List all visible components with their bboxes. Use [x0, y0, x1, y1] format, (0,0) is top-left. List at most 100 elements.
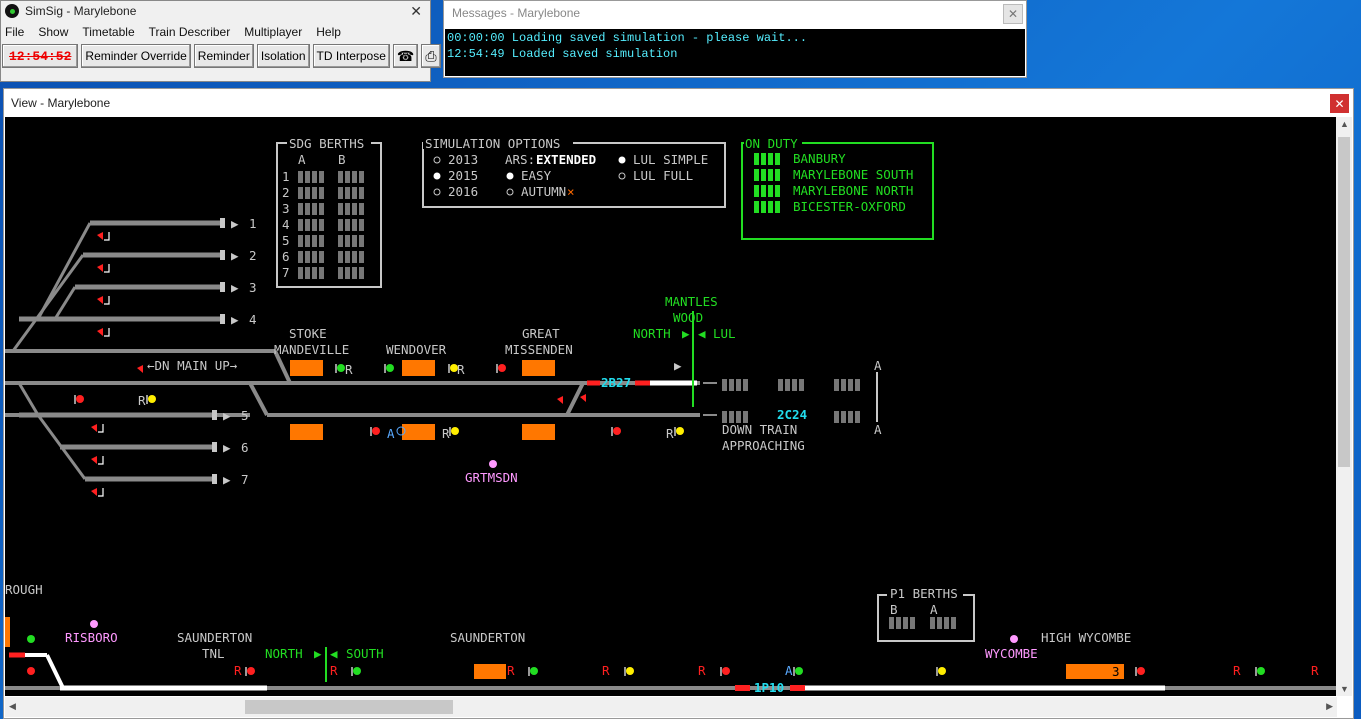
ground-signal-icon[interactable] — [91, 456, 97, 464]
menu-multiplayer[interactable]: Multiplayer — [244, 25, 302, 39]
option-lul-full[interactable]: LUL FULL — [633, 168, 693, 183]
ground-signal-icon[interactable] — [97, 264, 103, 272]
signal-icon[interactable] — [498, 364, 506, 372]
menu-train-describer[interactable]: Train Describer — [149, 25, 231, 39]
radio-easy-icon[interactable] — [506, 172, 514, 180]
ground-signal-icon[interactable] — [97, 328, 103, 336]
reminder-button[interactable]: Reminder — [193, 44, 254, 68]
sdg-berth-a[interactable] — [298, 251, 324, 263]
clock-button[interactable]: 12:54:52 — [2, 44, 79, 68]
menu-show[interactable]: Show — [38, 25, 68, 39]
signal-icon[interactable] — [676, 427, 684, 435]
menu-timetable[interactable]: Timetable — [82, 25, 134, 39]
signal-icon[interactable] — [386, 364, 394, 372]
berth-cell — [298, 171, 303, 183]
signal-icon[interactable] — [76, 395, 84, 403]
signal-icon[interactable] — [722, 667, 730, 675]
horizontal-scrollbar[interactable]: ◀ ▶ — [5, 697, 1337, 717]
td-berth[interactable] — [722, 379, 748, 391]
sdg-berth-b[interactable] — [338, 203, 364, 215]
menu-file[interactable]: File — [5, 25, 24, 39]
signal-icon[interactable] — [353, 667, 361, 675]
sdg-berth-a[interactable] — [298, 187, 324, 199]
main-toolbar: 12:54:52 Reminder Override Reminder Isol… — [1, 43, 441, 69]
option-easy[interactable]: EASY — [521, 168, 552, 183]
radio-2013-icon[interactable] — [433, 156, 441, 164]
signalling-panel[interactable]: SDG BERTHS A B 1234567 SIMULATION OPTION… — [5, 117, 1337, 696]
vertical-scrollbar[interactable]: ▲ ▼ — [1336, 117, 1352, 696]
sdg-berth-b[interactable] — [338, 171, 364, 183]
option-2013[interactable]: 2013 — [448, 152, 478, 167]
option-lul-simple[interactable]: LUL SIMPLE — [633, 152, 708, 167]
main-close-icon[interactable]: ✕ — [410, 3, 422, 20]
berth-cell — [930, 617, 935, 629]
td-berth[interactable] — [834, 411, 860, 423]
option-2016[interactable]: 2016 — [448, 184, 478, 199]
ground-signal-icon[interactable] — [91, 488, 97, 496]
scroll-up-icon[interactable]: ▲ — [1340, 119, 1349, 129]
reminder-override-button[interactable]: Reminder Override — [81, 44, 191, 68]
isolation-button[interactable]: Isolation — [256, 44, 310, 68]
sdg-berth-a[interactable] — [298, 219, 324, 231]
signal-icon[interactable] — [938, 667, 946, 675]
sdg-berth-b[interactable] — [338, 235, 364, 247]
td-berth[interactable] — [834, 379, 860, 391]
radio-2015-icon[interactable] — [433, 172, 441, 180]
ground-signal-icon[interactable] — [557, 396, 563, 404]
berth-cell — [319, 219, 324, 231]
train-2b27[interactable]: 2B27 — [601, 375, 631, 390]
signal-icon[interactable] — [530, 667, 538, 675]
scroll-right-icon[interactable]: ▶ — [1326, 701, 1333, 712]
messages-log: 00:00:00 Loading saved simulation - plea… — [445, 29, 1025, 76]
train-2c24[interactable]: 2C24 — [777, 407, 807, 422]
signal-icon[interactable] — [613, 427, 621, 435]
scroll-down-icon[interactable]: ▼ — [1340, 684, 1349, 694]
sdg-berth-b[interactable] — [338, 251, 364, 263]
p1-berth-b[interactable] — [889, 617, 915, 629]
ground-signal-icon[interactable] — [97, 296, 103, 304]
radio-lul-full-icon[interactable] — [618, 172, 626, 180]
option-2015[interactable]: 2015 — [448, 168, 478, 183]
ground-signal-icon[interactable] — [137, 365, 143, 373]
train-1p10[interactable]: 1P10 — [754, 680, 784, 695]
vertical-scroll-thumb[interactable] — [1338, 137, 1350, 467]
sdg-berth-a[interactable] — [298, 171, 324, 183]
sdg-berth-b[interactable] — [338, 187, 364, 199]
sdg-berth-a[interactable] — [298, 235, 324, 247]
signal-icon[interactable] — [795, 667, 803, 675]
sdg-berth-a[interactable] — [298, 203, 324, 215]
radio-lul-simple-icon[interactable] — [618, 156, 626, 164]
track-diagram[interactable]: SDG BERTHS A B 1234567 SIMULATION OPTION… — [5, 117, 1337, 696]
sdg-berth-b[interactable] — [338, 267, 364, 279]
option-autumn[interactable]: AUTUMN — [521, 184, 566, 199]
signal-icon[interactable] — [372, 427, 380, 435]
signal-icon[interactable] — [27, 667, 35, 675]
messages-close-button[interactable]: ✕ — [1003, 4, 1023, 24]
radio-2016-icon[interactable] — [433, 188, 441, 196]
signal-icon[interactable] — [247, 667, 255, 675]
ground-signal-icon[interactable] — [97, 232, 103, 240]
td-berth[interactable] — [778, 379, 804, 391]
signal-icon[interactable] — [1137, 667, 1145, 675]
radio-autumn-icon[interactable] — [506, 188, 514, 196]
sdg-berth-a[interactable] — [298, 267, 324, 279]
scroll-left-icon[interactable]: ◀ — [9, 701, 16, 712]
ars-value[interactable]: EXTENDED — [536, 152, 596, 167]
signal-icon[interactable] — [1257, 667, 1265, 675]
horizontal-scroll-thumb[interactable] — [245, 700, 453, 714]
sdg-berth-b[interactable] — [338, 219, 364, 231]
siding-number: 7 — [241, 472, 249, 487]
ground-signal-icon[interactable] — [91, 424, 97, 432]
signal-icon[interactable] — [337, 364, 345, 372]
view-close-button[interactable]: ✕ — [1330, 94, 1349, 113]
td-interpose-button[interactable]: TD Interpose — [312, 44, 390, 68]
signal-icon[interactable] — [27, 635, 35, 643]
p1-berth-a[interactable] — [930, 617, 956, 629]
menu-help[interactable]: Help — [316, 25, 341, 39]
telephone-button[interactable]: ☎ — [392, 44, 419, 68]
signal-icon[interactable] — [451, 427, 459, 435]
signal-icon[interactable] — [148, 395, 156, 403]
signal-icon[interactable] — [626, 667, 634, 675]
ground-signal-icon[interactable] — [580, 394, 586, 402]
printer-button[interactable]: ⎙ — [421, 44, 441, 68]
